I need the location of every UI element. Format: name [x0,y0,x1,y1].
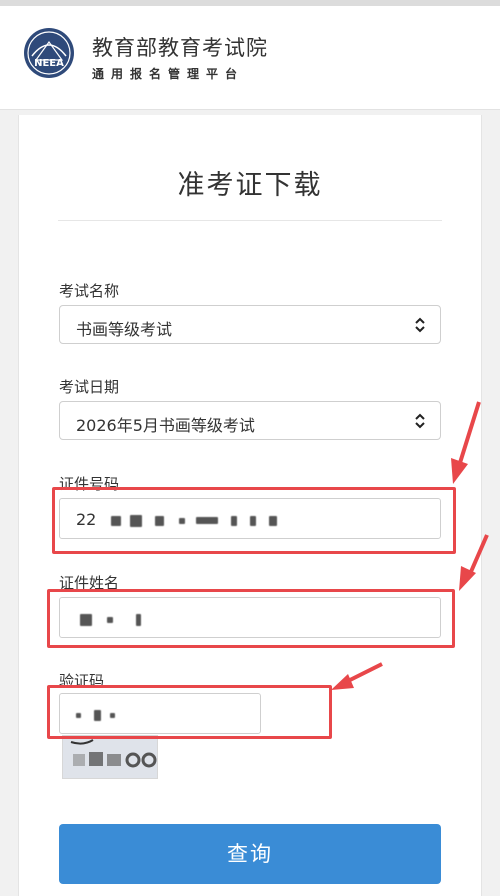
exam-name-label: 考试名称 [59,282,120,300]
annotation-box-id-number [52,487,456,554]
exam-name-select[interactable]: 书画等级考试 [59,305,441,344]
exam-date-value: 2026年5月书画等级考试 [76,416,255,435]
exam-name-value: 书画等级考试 [76,320,173,339]
annotation-box-id-name [47,589,455,648]
exam-date-select[interactable]: 2026年5月书画等级考试 [59,401,441,440]
updown-chevron-icon [415,317,425,333]
query-button[interactable]: 查询 [59,824,441,884]
org-subtitle: 通用报名管理平台 [92,67,245,81]
neea-logo-icon: NEEA [24,28,74,78]
exam-date-label: 考试日期 [59,378,120,396]
logo-text: NEEA [34,58,64,69]
page-title: 准考证下载 [177,170,323,201]
captcha-noise [70,739,157,768]
site-header: NEEA 教育部教育考试院 通用报名管理平台 [0,6,500,110]
title-divider [58,220,442,221]
captcha-image[interactable] [62,735,158,779]
annotation-box-captcha [47,685,332,739]
org-name: 教育部教育考试院 [92,36,268,60]
updown-chevron-icon [415,413,425,429]
